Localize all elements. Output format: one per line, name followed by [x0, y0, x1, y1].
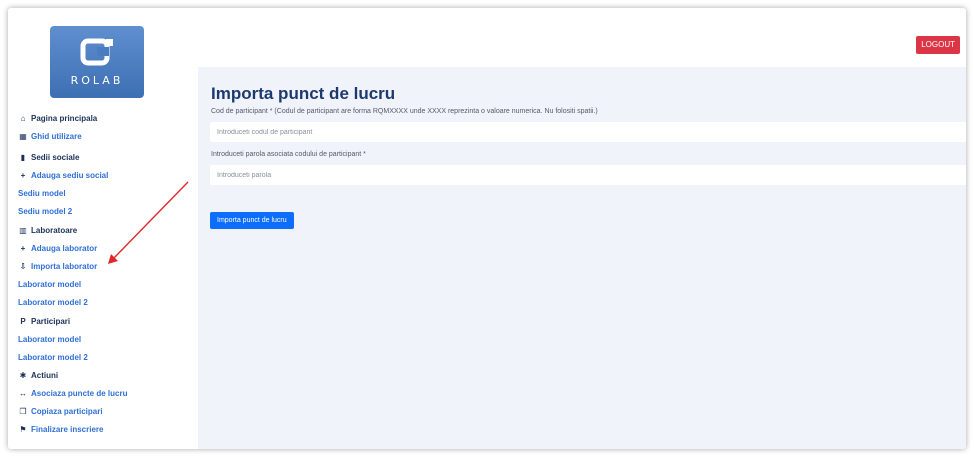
sidebar-item[interactable]: Sediu model: [18, 189, 66, 199]
sidebar-item-label: Laboratoare: [31, 226, 78, 235]
participant-code-label: Cod de participant * (Codul de participa…: [211, 108, 598, 115]
lab-icon: ▥: [19, 226, 27, 235]
sidebar-item[interactable]: ⌂ Pagina principala: [18, 114, 98, 124]
import-button[interactable]: Importa punct de lucru: [210, 212, 294, 229]
participant-code-input[interactable]: [210, 122, 966, 142]
sidebar-item[interactable]: Laborator model 2: [18, 298, 88, 308]
sidebar-item[interactable]: Laborator model 2: [18, 353, 88, 363]
sidebar-item-label: Asociaza puncte de lucru: [31, 389, 128, 398]
sidebar-item-label: Adauga sediu social: [31, 171, 109, 180]
copy-icon: ❐: [19, 407, 27, 416]
sidebar-item-label: Laborator model: [18, 280, 82, 289]
sidebar-item[interactable]: ⚑ Finalizare inscriere: [18, 425, 103, 435]
sidebar-item[interactable]: ✱ Actiuni: [18, 371, 58, 381]
participant-icon: P: [20, 317, 26, 326]
flag-icon: ⚑: [19, 425, 27, 434]
sidebar-item[interactable]: ⇩ Importa laborator: [18, 262, 98, 272]
logout-button[interactable]: LOGOUT: [916, 36, 960, 54]
sidebar-item[interactable]: Laborator model: [18, 280, 81, 290]
sidebar-item-label: Sediu model 2: [18, 207, 73, 216]
logo[interactable]: ROLAB: [50, 26, 144, 98]
sidebar-item-label: Sedii sociale: [31, 153, 80, 162]
sidebar: ROLAB ⌂ Pagina principala ▦ Ghid utilizare ▮…: [8, 8, 198, 449]
link-arrows-icon: ↔: [19, 389, 27, 398]
sidebar-item-label: Finalizare inscriere: [31, 425, 104, 434]
sidebar-item-label: Adauga laborator: [31, 244, 98, 253]
sidebar-item[interactable]: + Adauga sediu social: [18, 171, 109, 181]
sidebar-item-label: Ghid utilizare: [31, 132, 82, 141]
password-label: Introduceti parola asociata codului de p…: [211, 151, 366, 158]
sidebar-item-label: Participari: [31, 317, 71, 326]
book-icon: ▦: [19, 132, 27, 141]
building-icon: ▮: [20, 153, 26, 162]
sidebar-item[interactable]: ▮ Sedii sociale: [18, 153, 80, 163]
sidebar-item-label: Copiaza participari: [31, 407, 103, 416]
plus-icon: +: [20, 244, 26, 253]
sidebar-item[interactable]: ▥ Laboratoare: [18, 226, 77, 236]
page-title: Importa punct de lucru: [211, 84, 396, 103]
sidebar-item-label: Laborator model 2: [18, 353, 88, 362]
password-input[interactable]: [210, 165, 966, 185]
top-bar: LOGOUT: [198, 27, 966, 67]
logo-text: ROLAB: [70, 74, 124, 87]
sidebar-item[interactable]: Laborator model: [18, 335, 81, 345]
sidebar-item-label: Laborator model: [18, 335, 82, 344]
import-icon: ⇩: [19, 262, 27, 271]
sidebar-item[interactable]: + Adauga laborator: [18, 244, 98, 254]
sidebar-item-label: Importa laborator: [31, 262, 98, 271]
sidebar-item[interactable]: Sediu model 2: [18, 207, 72, 217]
sidebar-item-label: Actiuni: [31, 371, 59, 380]
home-icon: ⌂: [20, 114, 26, 123]
sidebar-item-label: Laborator model 2: [18, 298, 88, 307]
sidebar-item-label: Pagina principala: [31, 114, 98, 123]
logo-mark-icon: [80, 38, 113, 66]
sidebar-item[interactable]: ❐ Copiaza participari: [18, 407, 103, 417]
plus-icon: +: [20, 171, 26, 180]
sidebar-item[interactable]: P Participari: [18, 317, 70, 327]
app-window: ROLAB ⌂ Pagina principala ▦ Ghid utilizare ▮…: [8, 8, 966, 449]
sidebar-item[interactable]: ▦ Ghid utilizare: [18, 132, 82, 142]
sidebar-item-label: Sediu model: [18, 189, 66, 198]
sidebar-item[interactable]: ↔ Asociaza puncte de lucru: [18, 389, 127, 399]
main-content: LOGOUT Importa punct de lucru Cod de par…: [198, 27, 966, 449]
gear-icon: ✱: [19, 371, 27, 380]
